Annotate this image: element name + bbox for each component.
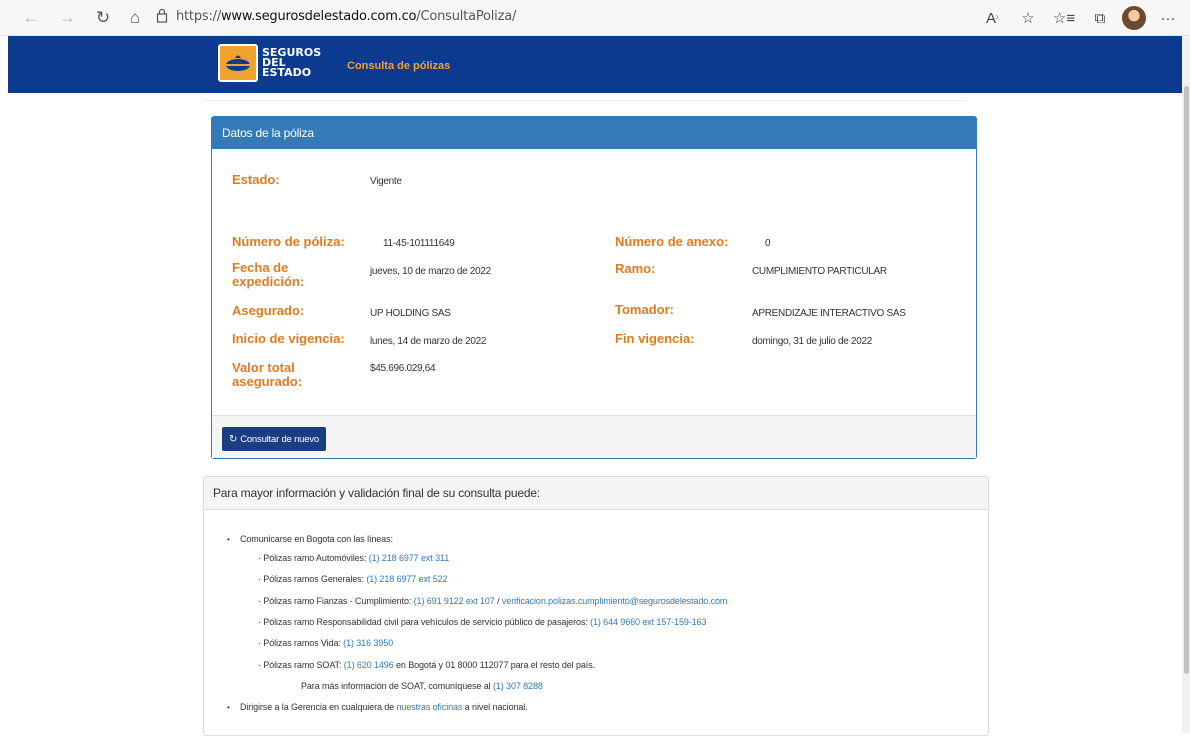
soat-phone-link[interactable]: (1) 620 1496 (344, 660, 394, 670)
list-item-automoviles: · Pólizas ramo Automóviles: (1) 218 6977… (258, 553, 449, 563)
asegurado-label: Asegurado: (232, 303, 305, 318)
fecha-expedicion-label: Fecha de expedición: (232, 261, 304, 289)
home-icon[interactable]: ⌂ (120, 3, 150, 33)
browser-toolbar: ← → ↻ ⌂ https://www.segurosdelestado.com… (0, 0, 1190, 36)
list-item-generales: · Pólizas ramos Generales: (1) 218 6977 … (258, 574, 448, 584)
list-item-soat: · Pólizas ramo SOAT: (1) 620 1496 en Bog… (258, 660, 595, 670)
soat-rest-text: en Bogotá y 01 8000 112077 para el resto… (393, 660, 595, 670)
favorites-icon[interactable]: ☆≡ (1050, 3, 1078, 33)
site-header: SEGUROS DEL ESTADO Consulta de pólizas (8, 36, 1182, 93)
info-panel: Para mayor información y validación fina… (203, 476, 989, 736)
list-item-responsabilidad: · Pólizas ramo Responsabilidad civil par… (258, 617, 706, 627)
generales-text: · Pólizas ramos Generales: (258, 574, 367, 584)
fianzas-text: · Pólizas ramo Fianzas - Cumplimiento: (258, 596, 414, 606)
rc-text: · Pólizas ramo Responsabilidad civil par… (258, 617, 591, 627)
generales-phone-link[interactable]: (1) 218 6977 ext 522 (366, 574, 447, 584)
back-arrow-icon[interactable]: ← (16, 3, 46, 33)
list-item-soat-more: Para más información de SOAT, comuníques… (301, 681, 543, 691)
fianzas-separator: / (494, 596, 502, 606)
fianzas-email-link[interactable]: verificacion.polizas.cumplimiento@seguro… (502, 596, 727, 606)
add-favorite-icon[interactable]: ☆ (1014, 3, 1042, 33)
consultar-de-nuevo-button[interactable]: ↻ Consultar de nuevo (222, 427, 326, 451)
numero-anexo-label: Número de anexo: (615, 234, 729, 249)
consulta-polizas-link[interactable]: Consulta de pólizas (347, 60, 450, 72)
vida-phone-link[interactable]: (1) 316 3950 (343, 638, 393, 648)
estado-label: Estado: (232, 172, 280, 187)
soat-text: · Pólizas ramo SOAT: (258, 660, 344, 670)
consultar-button-label: Consultar de nuevo (240, 433, 319, 445)
url-domain: www.segurosdelestado.com.co (221, 9, 417, 24)
valor-label-line-2: asegurado: (232, 374, 303, 389)
list-item-gerencia: Dirigirse a la Gerencia en cualquiera de… (227, 702, 528, 712)
valor-label-line-1: Valor total (232, 360, 295, 375)
address-bar[interactable]: https://www.segurosdelestado.com.co/Cons… (176, 9, 516, 24)
read-aloud-icon[interactable]: A ⁾ (978, 3, 1006, 33)
numero-poliza-label: Número de póliza: (232, 234, 345, 249)
logo-text: SEGUROS DEL ESTADO (262, 47, 321, 79)
scrollbar-thumb[interactable] (1184, 86, 1189, 674)
forward-arrow-icon[interactable]: → (52, 3, 82, 33)
url-path: /ConsultaPoliza/ (416, 9, 517, 24)
refresh-icon[interactable]: ↻ (88, 3, 118, 33)
valor-asegurado-label: Valor total asegurado: (232, 361, 302, 389)
fin-vigencia-value: domingo, 31 de julio de 2022 (752, 336, 873, 347)
fecha-expedicion-value: jueves, 10 de marzo de 2022 (370, 266, 491, 277)
fecha-label-line-2: expedición: (232, 274, 305, 289)
logo-line-3: ESTADO (262, 66, 312, 79)
tomador-value: APRENDIZAJE INTERACTIVO SAS (752, 308, 906, 319)
list-item-fianzas: · Pólizas ramo Fianzas - Cumplimiento: (… (258, 596, 727, 606)
inicio-vigencia-label: Inicio de vigencia: (232, 331, 345, 346)
profile-avatar[interactable] (1122, 6, 1146, 30)
collections-icon[interactable]: ⧉ (1086, 3, 1114, 33)
list-item-lineas: Comunicarse en Bogota con las líneas: (227, 534, 393, 544)
ramo-label: Ramo: (615, 261, 656, 276)
ramo-value: CUMPLIMIENTO PARTICULAR (752, 266, 887, 277)
fecha-label-line-1: Fecha de (232, 260, 289, 275)
estado-value: Vigente (370, 176, 402, 187)
soat-more-text: Para más información de SOAT, comuníques… (301, 681, 493, 691)
soat-more-phone-link[interactable]: (1) 307 8288 (493, 681, 543, 691)
vida-text: · Pólizas ramos Vida: (258, 638, 344, 648)
inicio-vigencia-value: lunes, 14 de marzo de 2022 (370, 336, 487, 347)
numero-anexo-value: 0 (765, 238, 771, 249)
refresh-icon: ↻ (229, 433, 238, 445)
divider (203, 100, 967, 101)
rc-phone-link[interactable]: (1) 644 9660 ext 157-159-163 (590, 617, 706, 627)
fin-vigencia-label: Fin vigencia: (615, 331, 695, 346)
policy-panel-title: Datos de la póliza (212, 117, 976, 149)
tomador-label: Tomador: (615, 302, 674, 317)
lamp-logo-icon (218, 44, 258, 82)
lock-icon[interactable] (156, 8, 168, 24)
numero-poliza-value: 11-45-101111649 (383, 238, 455, 249)
url-scheme: https:// (176, 9, 221, 24)
policy-panel: Datos de la póliza Estado: Vigente Númer… (211, 116, 977, 459)
gerencia-text-end: a nivel nacional. (462, 702, 528, 712)
info-panel-title: Para mayor información y validación fina… (204, 477, 988, 510)
asegurado-value: UP HOLDING SAS (370, 308, 451, 319)
automoviles-text: · Pólizas ramo Automóviles: (258, 553, 369, 563)
page-scrollbar[interactable] (1182, 36, 1190, 733)
automoviles-phone-link[interactable]: (1) 218 6977 ext 311 (369, 553, 450, 563)
policy-panel-footer: ↻ Consultar de nuevo (212, 415, 976, 458)
more-options-icon[interactable]: ··· (1154, 3, 1182, 33)
company-logo[interactable]: SEGUROS DEL ESTADO (218, 44, 321, 82)
gerencia-text: Dirigirse a la Gerencia en cualquiera de (240, 702, 397, 712)
valor-asegurado-value: $45.696.029,64 (370, 363, 436, 374)
nuestras-oficinas-link[interactable]: nuestras oficinas (397, 702, 463, 712)
fianzas-phone-link[interactable]: (1) 691 9122 ext 107 (414, 596, 495, 606)
list-item-vida: · Pólizas ramos Vida: (1) 316 3950 (258, 638, 393, 648)
